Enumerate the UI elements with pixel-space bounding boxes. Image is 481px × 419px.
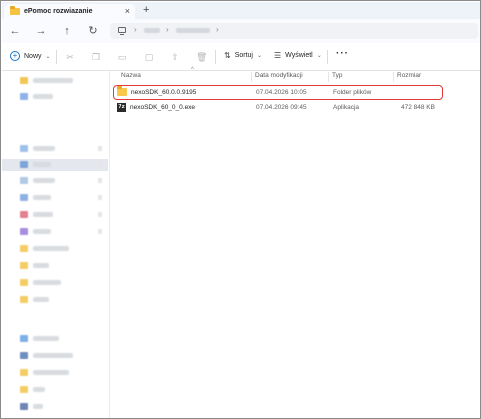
view-button-label: Wyświetl: [285, 52, 313, 59]
column-header-type[interactable]: Typ: [332, 72, 342, 79]
sort-icon: ⇅: [224, 51, 231, 60]
sidebar-item-redacted[interactable]: [2, 143, 108, 155]
breadcrumb-separator: ›: [216, 25, 219, 34]
sidebar-item-redacted[interactable]: [2, 294, 108, 306]
close-tab-icon[interactable]: ×: [125, 6, 130, 16]
file-list: Nazwa ^ Data modyfikacji Typ Rozmiar nex…: [111, 67, 480, 418]
paste-icon[interactable]: ▭: [117, 52, 127, 62]
column-header-name-label: Nazwa: [121, 72, 141, 79]
sidebar-item-redacted[interactable]: [2, 209, 108, 221]
chevron-down-icon: ⌄: [316, 53, 322, 59]
toolbar-divider: [327, 50, 328, 64]
breadcrumb-segment-redacted[interactable]: [144, 28, 160, 33]
file-name-cell: 7z nexoSDK_60_0_0.exe: [117, 103, 195, 112]
sidebar-item-redacted[interactable]: [2, 226, 108, 238]
sort-ascending-icon: ^: [191, 67, 194, 73]
sort-button-label: Sortuj: [234, 52, 253, 59]
sidebar-item-redacted[interactable]: [2, 350, 108, 362]
command-bar: + Nowy ⌄ ✂ ❐ ▭ ▢ ⇪ 🗑 ⇅ Sortuj ⌄ ☰ Wyświe…: [2, 43, 480, 71]
file-name-cell: nexoSDK_60.0.0.9195: [117, 86, 197, 96]
tab-strip: ePomoc rozwiazanie × +: [2, 2, 480, 19]
chevron-down-icon: ⌄: [45, 53, 51, 60]
sidebar-item-redacted[interactable]: [2, 401, 108, 413]
file-type: Folder plików: [333, 89, 372, 96]
delete-icon[interactable]: 🗑: [196, 52, 207, 62]
sidebar-item-redacted[interactable]: [2, 91, 108, 103]
column-header-size[interactable]: Rozmiar: [397, 72, 421, 79]
file-explorer-window: ePomoc rozwiazanie × + ← → ↑ ↻ › › › + N…: [0, 0, 481, 419]
more-options-button[interactable]: ···: [336, 48, 349, 59]
column-divider[interactable]: [328, 72, 329, 82]
folder-icon: [117, 86, 127, 96]
file-size: 472 848 KB: [401, 104, 435, 111]
sidebar-item-redacted[interactable]: [2, 243, 108, 255]
view-button[interactable]: ☰ Wyświetl ⌄: [274, 51, 322, 60]
file-name: nexoSDK_60_0_0.exe: [130, 104, 196, 111]
file-row[interactable]: 7z nexoSDK_60_0_0.exe 07.04.2026 09:45 A…: [111, 101, 441, 114]
plus-icon: +: [10, 51, 20, 61]
computer-icon: [118, 27, 126, 35]
new-button-label: Nowy: [24, 52, 42, 60]
share-icon[interactable]: ⇪: [170, 52, 180, 62]
file-type: Aplikacja: [333, 104, 360, 111]
sidebar-item-redacted[interactable]: [2, 277, 108, 289]
sidebar-item-redacted[interactable]: [2, 175, 108, 187]
sidebar-item-redacted[interactable]: [2, 333, 108, 345]
address-bar[interactable]: › › ›: [110, 23, 478, 39]
file-row[interactable]: nexoSDK_60.0.0.9195 07.04.2026 10:05 Fol…: [111, 86, 441, 99]
chevron-down-icon: ⌄: [257, 53, 263, 59]
file-modified: 07.04.2026 09:45: [256, 104, 307, 111]
sort-button[interactable]: ⇅ Sortuj ⌄: [224, 51, 262, 60]
new-tab-icon[interactable]: +: [143, 5, 149, 16]
sidebar-item-redacted[interactable]: [2, 367, 108, 379]
copy-icon[interactable]: ❐: [91, 52, 101, 62]
file-name: nexoSDK_60.0.0.9195: [131, 88, 197, 96]
up-icon[interactable]: ↑: [60, 24, 74, 38]
column-divider[interactable]: [251, 72, 252, 82]
breadcrumb-separator: ›: [166, 25, 169, 34]
column-divider[interactable]: [393, 72, 394, 82]
navigation-pane: [2, 71, 110, 418]
view-icon: ☰: [274, 51, 282, 60]
refresh-icon[interactable]: ↻: [86, 24, 100, 38]
sidebar-item-redacted[interactable]: [2, 192, 108, 204]
tab-title: ePomoc rozwiazanie: [24, 8, 93, 15]
column-header-name[interactable]: Nazwa ^: [121, 67, 194, 79]
column-header-modified[interactable]: Data modyfikacji: [255, 72, 303, 79]
folder-icon: [10, 6, 20, 15]
breadcrumb-segment-redacted[interactable]: [176, 28, 210, 33]
new-button[interactable]: + Nowy ⌄: [10, 51, 51, 61]
sidebar-item-redacted[interactable]: [2, 159, 108, 171]
file-modified: 07.04.2026 10:05: [256, 89, 307, 96]
back-icon[interactable]: ←: [8, 24, 22, 38]
7zip-app-icon: 7z: [117, 103, 126, 112]
tab-epomoc[interactable]: ePomoc rozwiazanie ×: [4, 4, 135, 19]
toolbar-divider: [56, 50, 57, 64]
breadcrumb-separator: ›: [134, 25, 137, 34]
sidebar-item-redacted[interactable]: [2, 260, 108, 272]
sidebar-item-redacted[interactable]: [2, 75, 108, 87]
forward-icon[interactable]: →: [34, 24, 48, 38]
sidebar-item-redacted[interactable]: [2, 384, 108, 396]
toolbar-divider: [215, 50, 216, 64]
rename-icon[interactable]: ▢: [144, 52, 154, 62]
cut-icon[interactable]: ✂: [65, 52, 75, 62]
navigation-bar: ← → ↑ ↻ › › ›: [2, 19, 480, 43]
